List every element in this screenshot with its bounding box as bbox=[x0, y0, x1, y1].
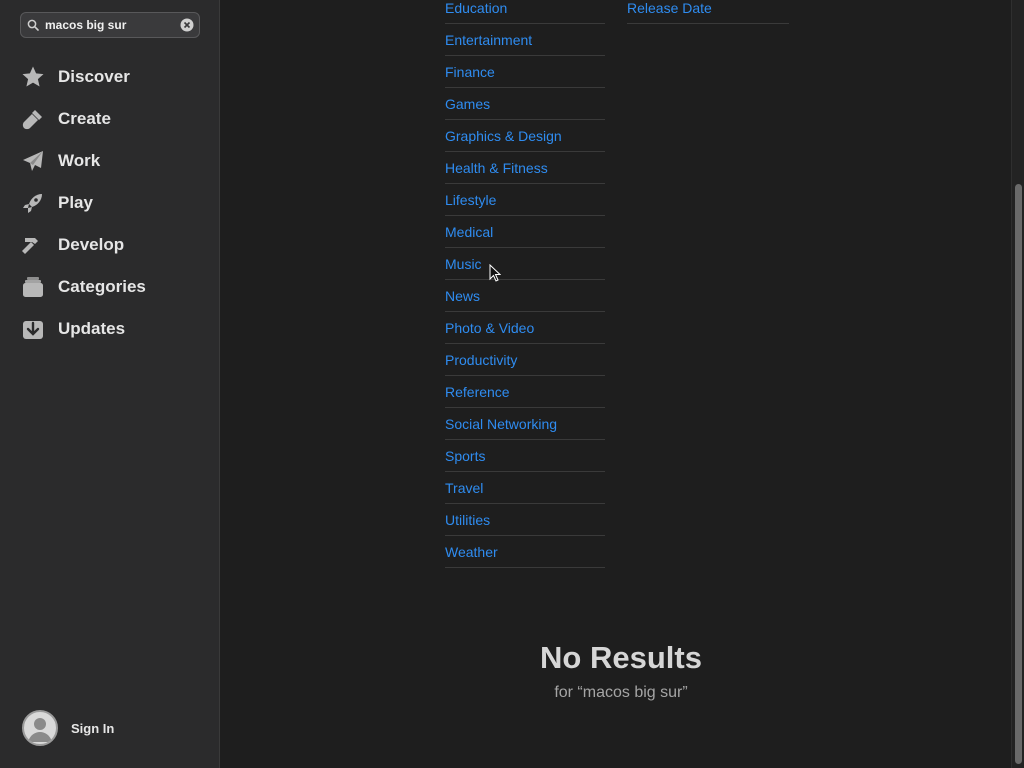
sidebar-nav: Discover Create Work Play Develop Catego… bbox=[0, 56, 220, 350]
no-results-subtitle: for “macos big sur” bbox=[554, 684, 688, 701]
category-link-weather[interactable]: Weather bbox=[445, 536, 605, 568]
sidebar-item-play[interactable]: Play bbox=[0, 182, 220, 224]
mouse-pointer-icon bbox=[489, 263, 502, 287]
hammer-icon bbox=[20, 232, 46, 258]
category-link-education[interactable]: Education bbox=[445, 0, 605, 24]
category-link-release-date[interactable]: Release Date bbox=[627, 0, 789, 24]
category-link-social-networking[interactable]: Social Networking bbox=[445, 408, 605, 440]
category-link-finance[interactable]: Finance bbox=[445, 56, 605, 88]
rocket-icon bbox=[20, 190, 46, 216]
no-results-message: No Results for “macos big sur” bbox=[221, 640, 1021, 702]
category-link-music[interactable]: Music bbox=[445, 248, 605, 280]
sign-in-button[interactable]: Sign In bbox=[22, 710, 114, 746]
search-field[interactable]: macos big sur bbox=[20, 12, 200, 38]
category-link-health-fitness[interactable]: Health & Fitness bbox=[445, 152, 605, 184]
sidebar-item-updates[interactable]: Updates bbox=[0, 308, 220, 350]
category-link-news[interactable]: News bbox=[445, 280, 605, 312]
clear-search-icon[interactable] bbox=[175, 18, 199, 32]
category-link-photo-video[interactable]: Photo & Video bbox=[445, 312, 605, 344]
categories-column-2: Release Date bbox=[627, 0, 789, 24]
sidebar-item-discover[interactable]: Discover bbox=[0, 56, 220, 98]
scroll-thumb[interactable] bbox=[1015, 184, 1022, 764]
category-link-games[interactable]: Games bbox=[445, 88, 605, 120]
category-link-productivity[interactable]: Productivity bbox=[445, 344, 605, 376]
category-link-lifestyle[interactable]: Lifestyle bbox=[445, 184, 605, 216]
stack-icon bbox=[20, 274, 46, 300]
categories-column-1: Education Entertainment Finance Games Graphi… bbox=[445, 0, 605, 568]
download-icon bbox=[20, 316, 46, 342]
sidebar-item-label: Develop bbox=[58, 235, 125, 254]
search-icon bbox=[21, 19, 45, 31]
main-content: Education Entertainment Finance Games Graphi… bbox=[221, 0, 1011, 768]
sidebar-item-label: Play bbox=[58, 193, 93, 212]
sidebar-item-label: Categories bbox=[58, 277, 146, 296]
sidebar-item-label: Updates bbox=[58, 319, 126, 338]
category-link-sports[interactable]: Sports bbox=[445, 440, 605, 472]
sidebar-item-label: Work bbox=[58, 151, 101, 170]
category-link-utilities[interactable]: Utilities bbox=[445, 504, 605, 536]
sidebar-item-develop[interactable]: Develop bbox=[0, 224, 220, 266]
brush-icon bbox=[20, 106, 46, 132]
category-link-reference[interactable]: Reference bbox=[445, 376, 605, 408]
category-link-travel[interactable]: Travel bbox=[445, 472, 605, 504]
category-link-graphics-design[interactable]: Graphics & Design bbox=[445, 120, 605, 152]
sidebar-item-create[interactable]: Create bbox=[0, 98, 220, 140]
star-icon bbox=[20, 64, 46, 90]
sidebar-item-work[interactable]: Work bbox=[0, 140, 220, 182]
paper-plane-icon bbox=[20, 148, 46, 174]
vertical-scrollbar[interactable] bbox=[1011, 0, 1024, 768]
category-link-entertainment[interactable]: Entertainment bbox=[445, 24, 605, 56]
avatar-icon bbox=[22, 710, 58, 746]
sidebar-item-label: Discover bbox=[58, 67, 130, 86]
sidebar-item-label: Create bbox=[58, 109, 111, 128]
sidebar-item-categories[interactable]: Categories bbox=[0, 266, 220, 308]
sign-in-label: Sign In bbox=[71, 720, 115, 736]
search-input[interactable]: macos big sur bbox=[45, 18, 175, 32]
no-results-title: No Results bbox=[540, 640, 702, 675]
app-store-window: macos big sur Discover Create Work Play … bbox=[0, 0, 1024, 768]
sidebar: macos big sur Discover Create Work Play … bbox=[0, 0, 220, 768]
category-link-medical[interactable]: Medical bbox=[445, 216, 605, 248]
